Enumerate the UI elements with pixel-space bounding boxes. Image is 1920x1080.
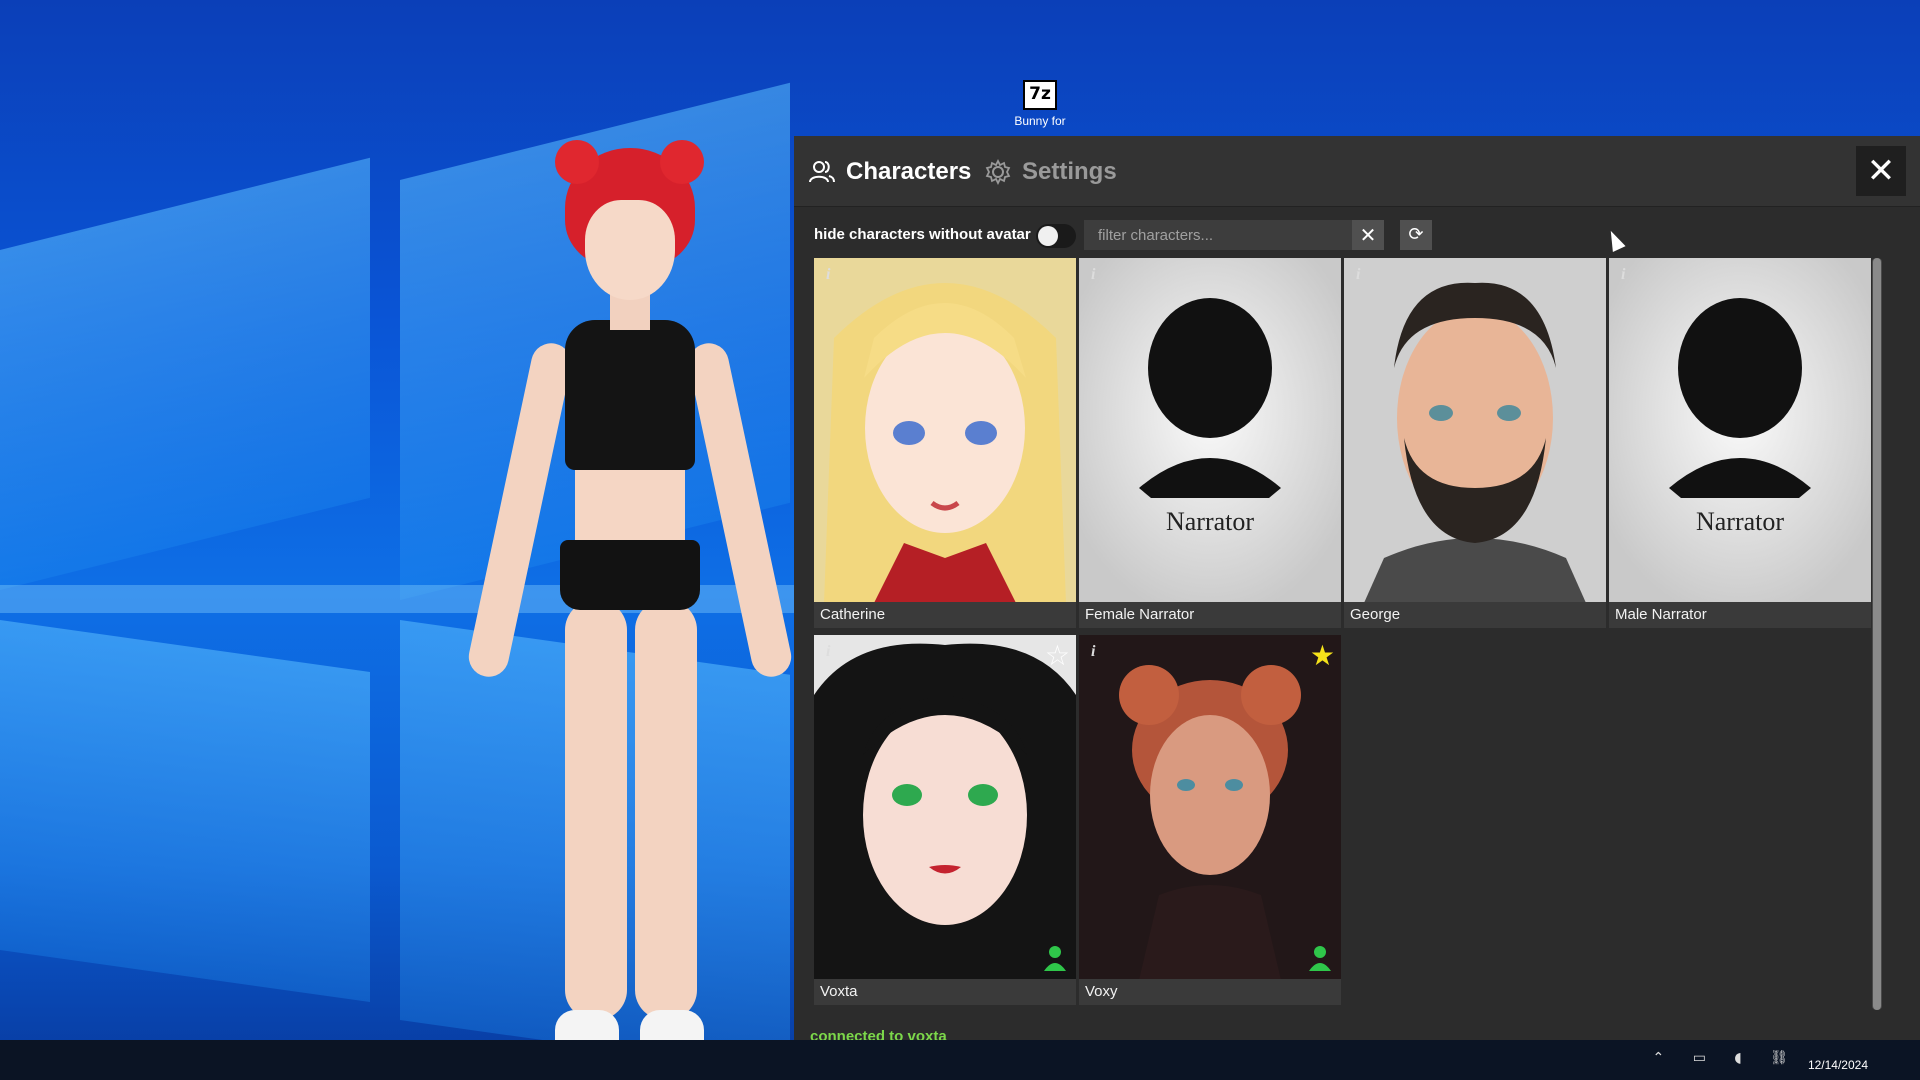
desktop-icon-7z[interactable]: 7z Bunny for: [1000, 80, 1080, 128]
filter-toolbar: hide characters without avatar ✕ ⟳: [814, 218, 1894, 254]
character-name: Voxy: [1079, 979, 1341, 1005]
info-icon[interactable]: i: [1621, 266, 1625, 284]
figure-face: [585, 200, 675, 300]
figure-hair-bun: [660, 140, 704, 184]
tab-settings-label: Settings: [1022, 158, 1117, 185]
user-assigned-icon: [1309, 946, 1331, 971]
archive-icon: 7z: [1023, 80, 1057, 110]
info-icon[interactable]: i: [1356, 266, 1360, 284]
panel-header: Characters Settings ✕: [794, 136, 1920, 207]
figure-arm: [685, 339, 795, 681]
user-assigned-icon: [1044, 946, 1066, 971]
wallpaper-beam: [0, 157, 370, 590]
character-card-george[interactable]: i George: [1344, 258, 1606, 628]
character-avatar: [1344, 258, 1606, 603]
taskbar-date[interactable]: 12/14/2024: [1808, 1058, 1868, 1072]
info-icon[interactable]: i: [1091, 643, 1095, 661]
catherine-portrait: [814, 258, 1076, 603]
figure-shorts: [560, 540, 700, 610]
voxta-portrait: [814, 635, 1076, 980]
character-avatar: Narrator: [1079, 258, 1341, 603]
character-avatar: [814, 258, 1076, 603]
figure-arm: [465, 339, 575, 681]
character-card-male-narrator[interactable]: Narrator i Male Narrator: [1609, 258, 1871, 628]
character-avatar: [814, 635, 1076, 980]
avatar-figure: [465, 140, 795, 1080]
character-card-voxta[interactable]: i ☆ Voxta: [814, 635, 1076, 1005]
grid-scrollbar[interactable]: [1872, 258, 1882, 1010]
narrator-silhouette: Narrator: [1609, 258, 1871, 603]
character-avatar: [1079, 635, 1341, 980]
toggle-knob: [1038, 226, 1058, 246]
hide-without-avatar-label: hide characters without avatar: [814, 226, 1031, 243]
filter-characters-input[interactable]: [1084, 220, 1352, 250]
figure-top: [565, 320, 695, 470]
figure-leg: [565, 600, 627, 1020]
clear-filter-button[interactable]: ✕: [1352, 220, 1384, 250]
character-name: Catherine: [814, 602, 1076, 628]
character-name: Female Narrator: [1079, 602, 1341, 628]
figure-torso: [575, 465, 685, 545]
figure-leg: [635, 600, 697, 1020]
figure-hair-bun: [555, 140, 599, 184]
character-card-catherine[interactable]: i Catherine: [814, 258, 1076, 628]
wallpaper-beam: [0, 620, 370, 1003]
narrator-text: Narrator: [1696, 507, 1784, 536]
character-name: George: [1344, 602, 1606, 628]
desktop-icon-label: Bunny for: [1014, 114, 1066, 128]
narrator-text: Narrator: [1166, 507, 1254, 536]
tab-characters-label: Characters: [846, 158, 972, 185]
characters-panel: Characters Settings ✕ hide characters wi…: [794, 136, 1920, 1070]
narrator-silhouette: Narrator: [1079, 258, 1341, 603]
taskbar: [0, 1040, 1920, 1080]
hide-without-avatar-toggle[interactable]: [1036, 224, 1076, 248]
character-card-voxy[interactable]: i ★ Voxy: [1079, 635, 1341, 1005]
favorite-star-icon[interactable]: ★: [1310, 639, 1335, 672]
favorite-star-icon[interactable]: ☆: [1045, 639, 1070, 672]
info-icon[interactable]: i: [826, 643, 830, 661]
info-icon[interactable]: i: [826, 266, 830, 284]
close-button[interactable]: ✕: [1856, 146, 1906, 196]
info-icon[interactable]: i: [1091, 266, 1095, 284]
system-tray-icons[interactable]: ⌃ ▭ ◖ ⛓: [1653, 1050, 1800, 1066]
tab-characters[interactable]: Characters: [808, 154, 971, 190]
voxy-portrait: [1079, 635, 1341, 980]
gear-icon: [985, 158, 1011, 186]
refresh-button[interactable]: ⟳: [1400, 220, 1432, 250]
scrollbar-thumb[interactable]: [1873, 258, 1881, 1010]
character-name: Male Narrator: [1609, 602, 1871, 628]
george-portrait: [1344, 258, 1606, 603]
character-card-female-narrator[interactable]: Narrator i Female Narrator: [1079, 258, 1341, 628]
character-avatar: Narrator: [1609, 258, 1871, 603]
character-name: Voxta: [814, 979, 1076, 1005]
people-icon: [809, 161, 835, 183]
tab-settings[interactable]: Settings: [984, 154, 1117, 190]
